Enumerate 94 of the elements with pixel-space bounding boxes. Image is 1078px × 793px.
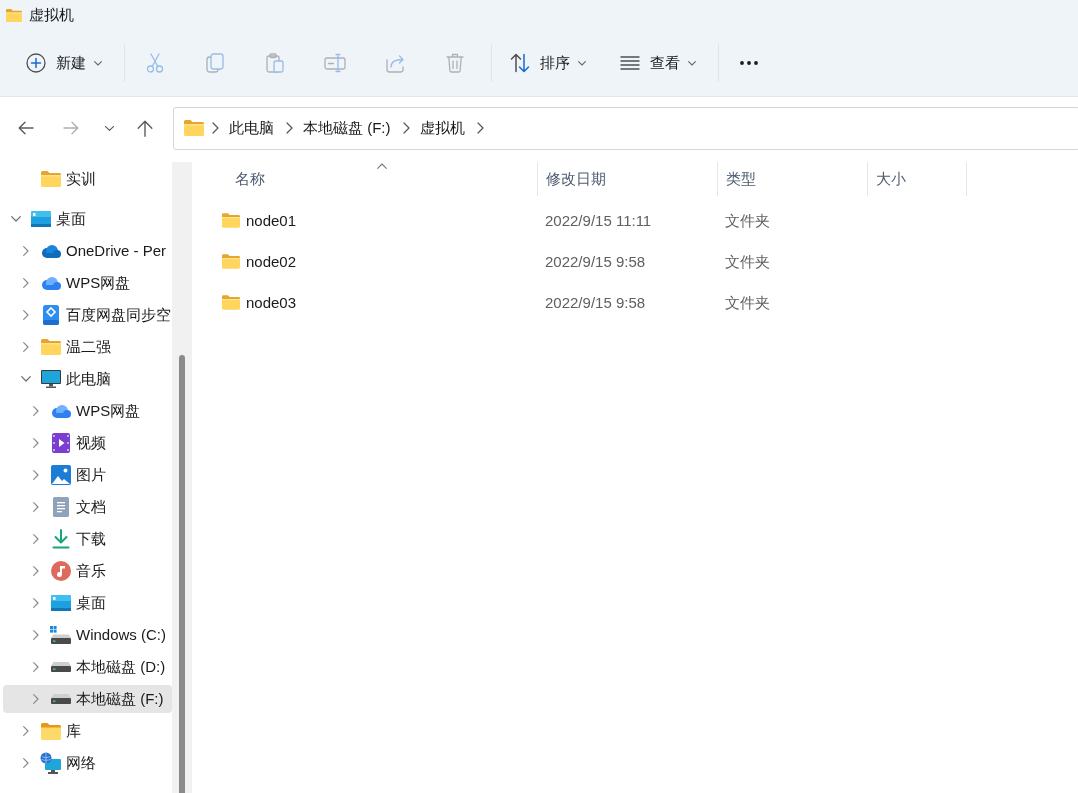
address-bar[interactable]: 此电脑 本地磁盘 (F:) 虚拟机 [173,106,1078,150]
file-item[interactable]: node03 [206,282,537,323]
modified-date-text: 2022/9/15 9:58 [545,251,646,272]
sidebar-item[interactable]: 桌面 [3,589,172,617]
chevron-right-icon[interactable] [33,502,39,512]
new-button[interactable]: 新建 [14,43,112,83]
file-type-text: 文件夹 [725,210,770,231]
sidebar-item[interactable]: 库 [3,717,172,745]
sidebar-item[interactable]: 本地磁盘 (D:) [3,653,172,681]
drive-icon [50,662,72,672]
breadcrumb-link[interactable]: 此电脑 [229,118,274,138]
desktop-icon [51,595,71,611]
cloud-icon [41,276,61,290]
file-item[interactable]: node01 [206,200,537,241]
chevron-right-icon[interactable] [33,630,39,640]
sidebar-item[interactable]: 视频 [3,429,172,457]
plus-circle-icon [26,53,46,73]
chevron-right-icon[interactable] [212,122,219,134]
monitor-icon [41,370,61,388]
chevron-right-icon[interactable] [476,122,484,134]
column-header[interactable]: 名称 [192,162,537,196]
chevron-right-icon[interactable] [23,342,29,352]
sidebar-item[interactable]: 本地磁盘 (F:) [3,685,172,713]
desktop-icon [31,211,51,227]
sidebar-item[interactable]: 桌面 [3,205,172,233]
cloud-icon [51,404,71,418]
chevron-down-icon[interactable] [11,216,21,222]
folder-icon [222,213,240,228]
folder-icon [6,8,22,22]
sidebar-item[interactable]: 此电脑 [3,365,172,393]
chevron-right-icon[interactable] [33,662,39,672]
sidebar-item[interactable]: 图片 [3,461,172,489]
chevron-down-icon [104,125,114,131]
file-item[interactable]: node02 [206,241,537,282]
sidebar-item[interactable]: 下载 [3,525,172,553]
chevron-right-icon[interactable] [33,406,39,416]
sidebar-item[interactable]: 百度网盘同步空 [3,301,172,329]
chevron-right-icon[interactable] [23,758,29,768]
chevron-right-icon[interactable] [33,470,39,480]
drive-icon [50,626,72,644]
chevron-right-icon[interactable] [23,726,29,736]
chevron-right-icon[interactable] [33,438,39,448]
diamond-tile-icon [43,305,59,325]
column-header[interactable]: 类型 [717,162,867,196]
file-type-text: 文件夹 [725,251,770,272]
chevron-right-icon[interactable] [23,310,29,320]
folder-icon [222,254,240,269]
chevron-right-icon[interactable] [33,598,39,608]
sort-caret-icon [376,163,387,169]
list-lines-icon [620,56,640,70]
scrollbar-thumb[interactable] [179,355,185,793]
breadcrumb-link[interactable]: 本地磁盘 (F:) [303,118,391,138]
folder-icon [41,339,61,355]
modified-date-text: 2022/9/15 11:11 [545,210,652,231]
up-arrow-icon [137,119,153,137]
document-icon [53,497,69,517]
music-icon [51,561,71,581]
chevron-right-icon[interactable] [286,122,293,134]
folder-icon [184,120,204,136]
modified-date-text: 2022/9/15 9:58 [545,292,646,313]
sort-arrows-icon [510,53,530,73]
forward-arrow-icon [63,121,79,135]
sidebar-item[interactable]: WPS网盘 [3,397,172,425]
chevron-right-icon[interactable] [23,246,29,256]
column-header[interactable]: 大小 [867,162,967,196]
download-icon [52,529,70,549]
sidebar-item[interactable]: Windows (C:) [3,621,172,649]
view-button[interactable]: 查看 [608,43,706,83]
sidebar-item[interactable]: OneDrive - Per [3,237,172,265]
sidebar-item[interactable]: 网络 [3,749,172,777]
folder-icon [41,722,61,740]
sidebar-item[interactable]: 文档 [3,493,172,521]
folder-icon [41,171,61,187]
chevron-right-icon[interactable] [33,566,39,576]
sort-button[interactable]: 排序 [498,43,596,83]
chevron-right-icon[interactable] [33,534,39,544]
sidebar-item[interactable]: WPS网盘 [3,269,172,297]
breadcrumb-link[interactable]: 虚拟机 [419,118,465,138]
window-title: 虚拟机 [29,5,74,25]
sidebar-item[interactable]: 温二强 [3,333,172,361]
back-arrow-icon [18,121,34,135]
file-type-text: 文件夹 [725,292,770,313]
network-icon [40,752,62,774]
picture-icon [51,465,71,485]
chevron-right-icon[interactable] [402,122,410,134]
sidebar-item[interactable]: 实训 [3,165,172,193]
column-header[interactable]: 修改日期 [537,162,717,196]
video-icon [52,433,70,453]
chevron-right-icon[interactable] [23,278,29,288]
cloud-icon [41,244,61,258]
drive-icon [50,694,72,704]
sidebar-item[interactable]: 音乐 [3,557,172,585]
chevron-down-icon[interactable] [21,376,31,382]
folder-icon [222,295,240,310]
